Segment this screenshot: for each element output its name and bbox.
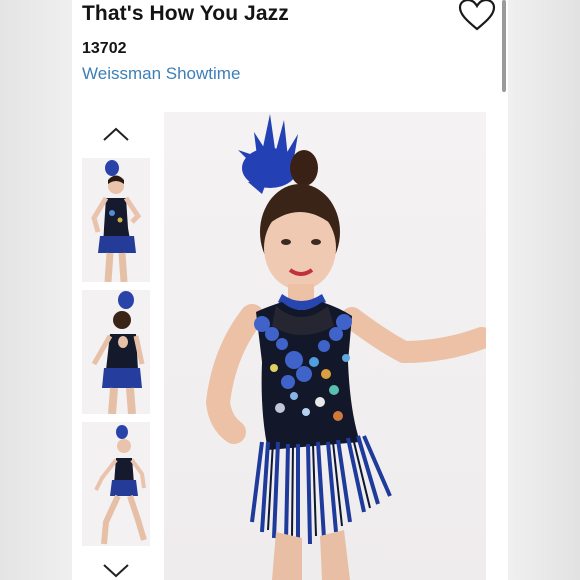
thumbnail-pose[interactable] — [82, 422, 150, 546]
chevron-down-icon — [103, 564, 129, 578]
product-title: That's How You Jazz — [82, 2, 289, 25]
background-right-blur — [508, 0, 580, 580]
main-product-image[interactable] — [164, 112, 486, 580]
chevron-up-icon — [103, 127, 129, 141]
thumbnail-back[interactable] — [82, 290, 150, 414]
thumbnail-scroll-down-button[interactable] — [100, 560, 132, 580]
heart-outline-icon — [458, 0, 496, 31]
product-sku: 13702 — [82, 40, 127, 57]
page-scrollbar[interactable] — [502, 0, 506, 92]
product-page: That's How You Jazz 13702 Weissman Showt… — [72, 0, 508, 580]
thumbnail-front[interactable] — [82, 158, 150, 282]
brand-link[interactable]: Weissman Showtime — [82, 64, 240, 84]
thumbnail-scroll-up-button[interactable] — [100, 124, 132, 144]
background-left-blur — [0, 0, 72, 580]
favorite-button[interactable] — [458, 0, 496, 32]
